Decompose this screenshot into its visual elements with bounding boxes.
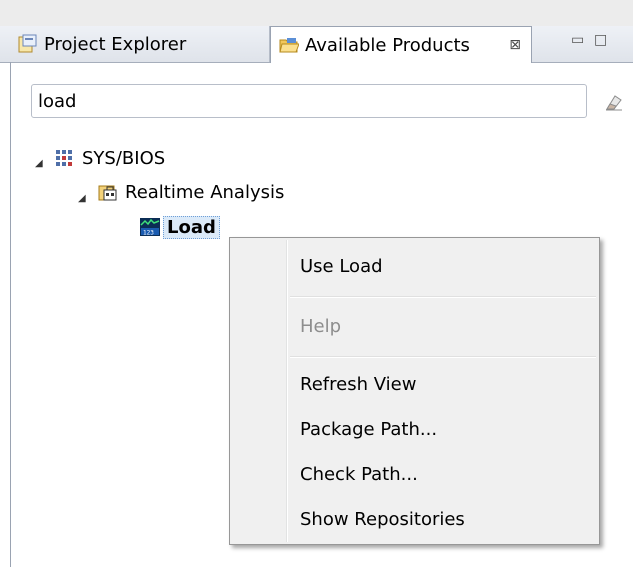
eraser-icon[interactable]: [604, 92, 624, 112]
tree-item-label: Load: [163, 215, 220, 239]
menu-item-refresh-view[interactable]: Refresh View: [300, 374, 416, 395]
tree-item-label: Realtime Analysis: [125, 181, 285, 203]
close-icon[interactable]: ⊠: [507, 37, 523, 53]
search-input[interactable]: load: [31, 84, 587, 118]
svg-text:123: 123: [143, 230, 154, 237]
folder-open-icon: [279, 38, 299, 53]
menu-item-show-repositories[interactable]: Show Repositories: [300, 509, 465, 530]
tree-item-load[interactable]: 123 Load: [140, 213, 220, 241]
tab-available-products[interactable]: Available Products ⊠: [270, 26, 532, 63]
menu-item-check-path[interactable]: Check Path...: [300, 464, 418, 485]
package-folder-icon: [98, 185, 117, 201]
tree-item-realtime-analysis[interactable]: Realtime Analysis: [98, 179, 284, 205]
minimize-icon[interactable]: ▭: [571, 32, 584, 48]
maximize-icon[interactable]: □: [594, 32, 607, 48]
menu-item-help[interactable]: Help: [300, 316, 341, 337]
tab-available-products-label: Available Products: [305, 34, 470, 56]
tab-project-explorer[interactable]: Project Explorer: [10, 26, 270, 62]
package-grid-icon: [56, 150, 72, 166]
tree-item-label: SYS/BIOS: [82, 147, 166, 169]
expand-toggle-realtime-analysis[interactable]: ◢: [78, 193, 86, 204]
context-menu: Use Load Help Refresh View Package Path.…: [229, 237, 600, 545]
expand-toggle-sysbios[interactable]: ◢: [35, 158, 43, 169]
tab-project-explorer-label: Project Explorer: [44, 33, 187, 55]
menu-separator: [290, 356, 596, 358]
project-explorer-icon: [18, 34, 37, 53]
menu-separator: [290, 296, 596, 298]
tree-item-sysbios[interactable]: SYS/BIOS: [55, 145, 165, 171]
search-input-value: load: [38, 90, 77, 112]
load-monitor-icon: 123: [140, 218, 160, 237]
window-top-strip: [0, 0, 633, 26]
view-tab-bar: Project Explorer Available Products ⊠: [0, 26, 633, 63]
view-border: [10, 62, 11, 567]
menu-item-package-path[interactable]: Package Path...: [300, 419, 437, 440]
menu-item-use-load[interactable]: Use Load: [300, 256, 383, 277]
menu-icon-gutter: [286, 240, 288, 542]
